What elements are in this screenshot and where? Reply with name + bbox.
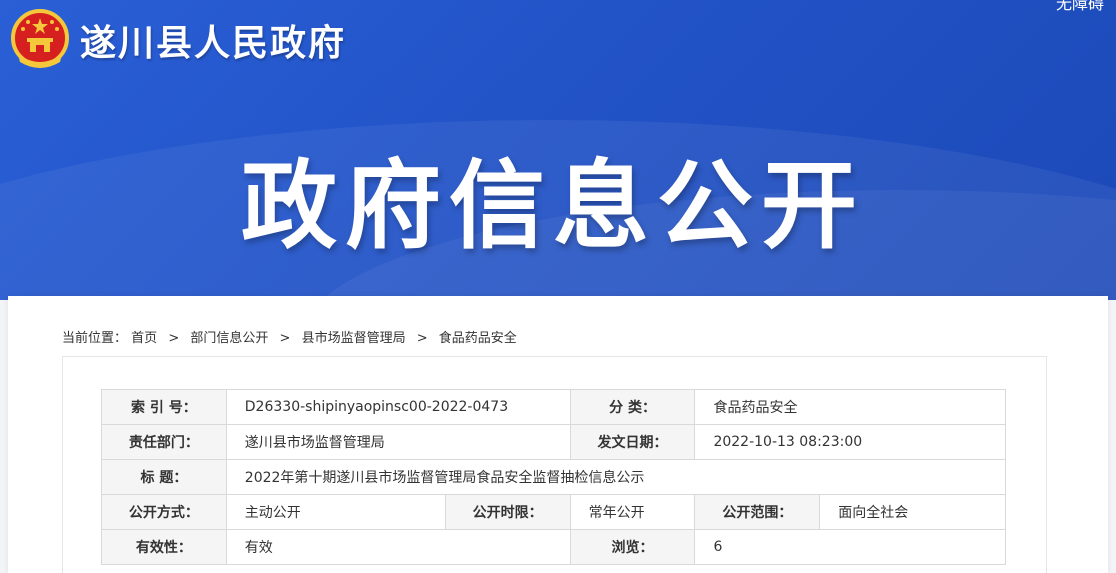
issue-date-label: 发文日期： — [569, 424, 696, 460]
title-label: 标 题： — [101, 459, 227, 495]
responsible-dept-label: 责任部门： — [101, 424, 227, 460]
disclosure-method-label: 公开方式： — [101, 494, 227, 530]
breadcrumb-label: 当前位置： — [62, 331, 128, 346]
view-count-label: 浏览： — [569, 529, 696, 565]
category-value: 食品药品安全 — [694, 389, 1006, 425]
disclosure-scope-label: 公开范围： — [694, 494, 821, 530]
national-emblem-icon[interactable] — [10, 8, 70, 70]
document-meta-table: 索 引 号： D26330-shipinyaopinsc00-2022-0473… — [101, 389, 1007, 565]
table-row: 有效性： 有效 浏览： 6 — [101, 529, 1006, 565]
table-row: 索 引 号： D26330-shipinyaopinsc00-2022-0473… — [101, 389, 1006, 425]
disclosure-period-value: 常年公开 — [569, 494, 696, 530]
breadcrumb-dept-info[interactable]: 部门信息公开 — [190, 327, 268, 346]
breadcrumb-separator: > — [279, 331, 291, 346]
category-label: 分 类： — [569, 389, 696, 425]
breadcrumb-separator: > — [416, 331, 428, 346]
issue-date-value: 2022-10-13 08:23:00 — [694, 424, 1006, 460]
title-value: 2022年第十期遂川县市场监督管理局食品安全监督抽检信息公示 — [225, 459, 1007, 495]
validity-label: 有效性： — [101, 529, 227, 565]
disclosure-method-value: 主动公开 — [225, 494, 446, 530]
index-number-label: 索 引 号： — [101, 389, 227, 425]
validity-value: 有效 — [225, 529, 571, 565]
banner-title: 政府信息公开 — [241, 150, 865, 262]
table-row: 公开方式： 主动公开 公开时限： 常年公开 公开范围： 面向全社会 — [101, 494, 1006, 530]
index-number-value: D26330-shipinyaopinsc00-2022-0473 — [225, 389, 571, 425]
breadcrumb: 当前位置： 首页 > 部门信息公开 > 县市场监督管理局 > 食品药品安全 — [62, 327, 517, 346]
responsible-dept-value: 遂川县市场监督管理局 — [225, 424, 571, 460]
disclosure-scope-value: 面向全社会 — [819, 494, 1006, 530]
table-row: 责任部门： 遂川县市场监督管理局 发文日期： 2022-10-13 08:23:… — [101, 424, 1006, 460]
breadcrumb-market-bureau[interactable]: 县市场监督管理局 — [302, 327, 406, 346]
accessibility-link[interactable]: 无障碍 — [1056, 0, 1104, 14]
table-row: 标 题： 2022年第十期遂川县市场监督管理局食品安全监督抽检信息公示 — [101, 459, 1007, 495]
disclosure-period-label: 公开时限： — [444, 494, 571, 530]
header-banner: 遂川县人民政府 无障碍 政府信息公开 — [0, 0, 1116, 300]
view-count-value: 6 — [694, 529, 1006, 565]
breadcrumb-home[interactable]: 首页 — [131, 327, 157, 346]
breadcrumb-food-drug-safety[interactable]: 食品药品安全 — [439, 327, 517, 346]
site-name[interactable]: 遂川县人民政府 — [80, 14, 346, 66]
breadcrumb-separator: > — [168, 331, 180, 346]
